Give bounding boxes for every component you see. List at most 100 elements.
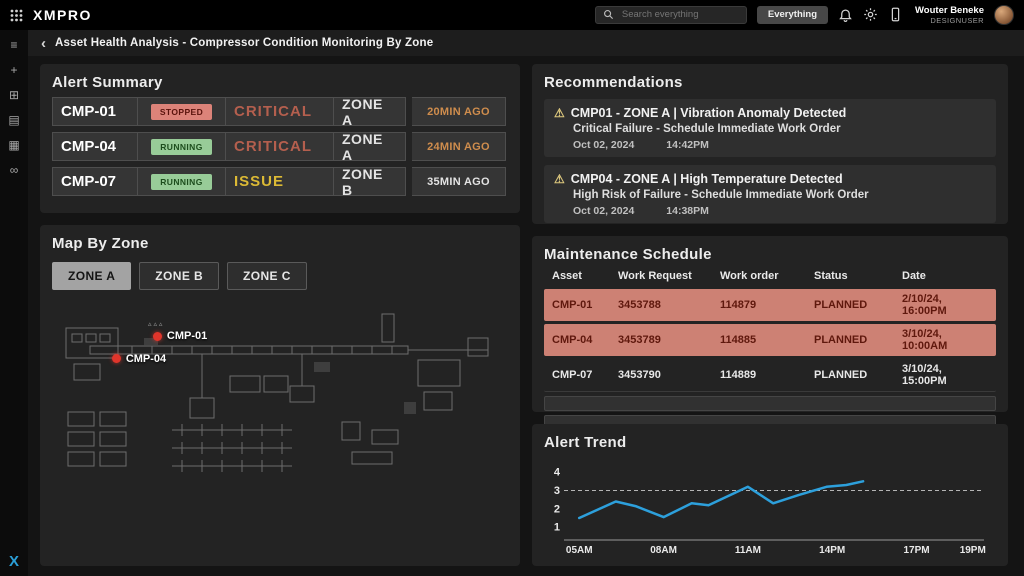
- search-bar[interactable]: [595, 6, 747, 24]
- column-header: Work order: [720, 270, 810, 282]
- recommendation-time: 14:42PM: [666, 139, 709, 151]
- recommendation-card[interactable]: ⚠ CMP04 - ZONE A | High Temperature Dete…: [544, 165, 996, 223]
- severity-label: ISSUE: [226, 167, 334, 196]
- severity-label: CRITICAL: [226, 97, 334, 126]
- breadcrumb: Asset Health Analysis - Compressor Condi…: [55, 37, 433, 49]
- svg-text:1: 1: [554, 522, 560, 534]
- search-input[interactable]: [620, 8, 739, 21]
- svg-text:▵ ▵ ▵: ▵ ▵ ▵: [148, 321, 163, 328]
- recommendation-date: Oct 02, 2024: [573, 139, 634, 151]
- search-scope-button[interactable]: Everything: [757, 6, 828, 24]
- recommendation-time: 14:38PM: [666, 205, 709, 217]
- time-ago-label: 35MIN AGO: [412, 167, 506, 196]
- notifications-bell-icon[interactable]: [838, 7, 853, 22]
- svg-text:3: 3: [554, 485, 560, 497]
- settings-gear-icon[interactable]: [863, 7, 878, 22]
- column-header: Work Request: [618, 270, 716, 282]
- map-marker-cmp-04[interactable]: CMP-04: [112, 353, 166, 365]
- svg-text:05AM: 05AM: [566, 545, 593, 556]
- cell-date: 2/10/24, 16:00PM: [902, 293, 988, 317]
- zone-label: ZONE A: [334, 97, 406, 126]
- table-row[interactable]: CMP-07 3453790 114889 PLANNED 3/10/24, 1…: [544, 359, 996, 392]
- maintenance-schedule-panel: Maintenance Schedule Asset Work Request …: [532, 236, 1008, 412]
- svg-text:11AM: 11AM: [735, 545, 761, 556]
- cell-date: 3/10/24, 10:00AM: [902, 328, 988, 352]
- recommendation-subtitle: Critical Failure - Schedule Immediate Wo…: [573, 123, 986, 135]
- dashboard-icon[interactable]: ⊞: [9, 89, 19, 101]
- add-icon[interactable]: +: [10, 64, 17, 76]
- status-badge: RUNNING: [151, 174, 211, 190]
- user-info: Wouter Beneke DESIGNUSER: [915, 5, 984, 25]
- alert-row-cmp-01[interactable]: CMP-01 STOPPED CRITICAL ZONE A 20MIN AGO: [52, 97, 508, 126]
- zone-tabs: ZONE A ZONE B ZONE C: [52, 262, 508, 290]
- recommendations-title: Recommendations: [544, 74, 996, 91]
- user-name: Wouter Beneke: [915, 5, 984, 16]
- status-badge: RUNNING: [151, 139, 211, 155]
- recommendation-title: CMP01 - ZONE A | Vibration Anomaly Detec…: [571, 106, 847, 120]
- alert-row-cmp-07[interactable]: CMP-07 RUNNING ISSUE ZONE B 35MIN AGO: [52, 167, 508, 196]
- column-header: Date: [902, 270, 988, 282]
- empty-table-row: [544, 396, 996, 411]
- asset-name: CMP-04: [52, 132, 138, 161]
- tab-zone-a[interactable]: ZONE A: [52, 262, 131, 290]
- cell-work-order: 114879: [720, 299, 810, 311]
- cell-work-request: 3453790: [618, 369, 716, 381]
- cell-asset: CMP-01: [552, 299, 614, 311]
- alert-row-cmp-04[interactable]: CMP-04 RUNNING CRITICAL ZONE A 24MIN AGO: [52, 132, 508, 161]
- avatar[interactable]: [994, 5, 1014, 25]
- xmpro-logo: XMPRO: [33, 7, 92, 23]
- zone-label: ZONE A: [334, 132, 406, 161]
- table-row[interactable]: CMP-01 3453788 114879 PLANNED 2/10/24, 1…: [544, 289, 996, 321]
- cell-status: PLANNED: [814, 334, 898, 346]
- marker-label: CMP-01: [167, 330, 207, 342]
- alert-trend-panel: Alert Trend 123405AM08AM11AM14PM17PM19PM: [532, 424, 1008, 566]
- alert-dot-icon: [153, 332, 162, 341]
- back-chevron-icon[interactable]: ‹: [41, 36, 46, 51]
- cell-asset: CMP-07: [552, 369, 614, 381]
- link-icon[interactable]: ∞: [10, 164, 19, 176]
- sidebar: ≡ + ⊞ ▤ ▦ ∞ X: [0, 30, 28, 576]
- floor-plan: ▵ ▵ ▵: [52, 302, 508, 556]
- alert-trend-chart: 123405AM08AM11AM14PM17PM19PM: [544, 457, 994, 557]
- app-grid-icon[interactable]: [10, 9, 23, 22]
- recommendations-panel: Recommendations ⚠ CMP01 - ZONE A | Vibra…: [532, 64, 1008, 224]
- recommendation-date: Oct 02, 2024: [573, 205, 634, 217]
- main-content: Alert Summary CMP-01 STOPPED CRITICAL ZO…: [28, 56, 1024, 576]
- svg-text:19PM: 19PM: [960, 545, 986, 556]
- time-ago-label: 24MIN AGO: [412, 132, 506, 161]
- asset-name: CMP-01: [52, 97, 138, 126]
- breadcrumb-bar: ‹ Asset Health Analysis - Compressor Con…: [28, 30, 1024, 56]
- cell-asset: CMP-04: [552, 334, 614, 346]
- map-title: Map By Zone: [52, 235, 508, 252]
- table-row[interactable]: CMP-04 3453789 114885 PLANNED 3/10/24, 1…: [544, 324, 996, 356]
- search-icon: [603, 9, 614, 20]
- warning-icon: ⚠: [554, 173, 565, 185]
- zone-label: ZONE B: [334, 167, 406, 196]
- tab-zone-b[interactable]: ZONE B: [139, 262, 219, 290]
- svg-text:08AM: 08AM: [650, 545, 677, 556]
- user-role: DESIGNUSER: [915, 16, 984, 25]
- zone-map: ▵ ▵ ▵ CMP-01CMP-04: [52, 302, 508, 556]
- cell-work-request: 3453788: [618, 299, 716, 311]
- maintenance-table-header: Asset Work Request Work order Status Dat…: [544, 263, 996, 286]
- warning-icon: ⚠: [554, 107, 565, 119]
- column-header: Asset: [552, 270, 614, 282]
- cell-work-order: 114885: [720, 334, 810, 346]
- svg-text:4: 4: [554, 467, 561, 479]
- cell-date: 3/10/24, 15:00PM: [902, 363, 988, 387]
- recommendation-title: CMP04 - ZONE A | High Temperature Detect…: [571, 172, 843, 186]
- mobile-device-icon[interactable]: [888, 7, 903, 22]
- alert-summary-title: Alert Summary: [52, 74, 508, 91]
- xmpro-x-logo: X: [9, 553, 19, 570]
- menu-icon[interactable]: ≡: [10, 39, 17, 51]
- tab-zone-c[interactable]: ZONE C: [227, 262, 307, 290]
- sidebar-icons: ≡ + ⊞ ▤ ▦ ∞: [8, 39, 19, 176]
- svg-text:2: 2: [554, 503, 560, 515]
- map-by-zone-panel: Map By Zone ZONE A ZONE B ZONE C: [40, 225, 520, 566]
- grid-icon[interactable]: ▦: [8, 139, 19, 151]
- recommendation-card[interactable]: ⚠ CMP01 - ZONE A | Vibration Anomaly Det…: [544, 99, 996, 157]
- cell-status: PLANNED: [814, 369, 898, 381]
- marker-label: CMP-04: [126, 353, 166, 365]
- list-icon[interactable]: ▤: [8, 114, 19, 126]
- map-marker-cmp-01[interactable]: CMP-01: [153, 330, 207, 342]
